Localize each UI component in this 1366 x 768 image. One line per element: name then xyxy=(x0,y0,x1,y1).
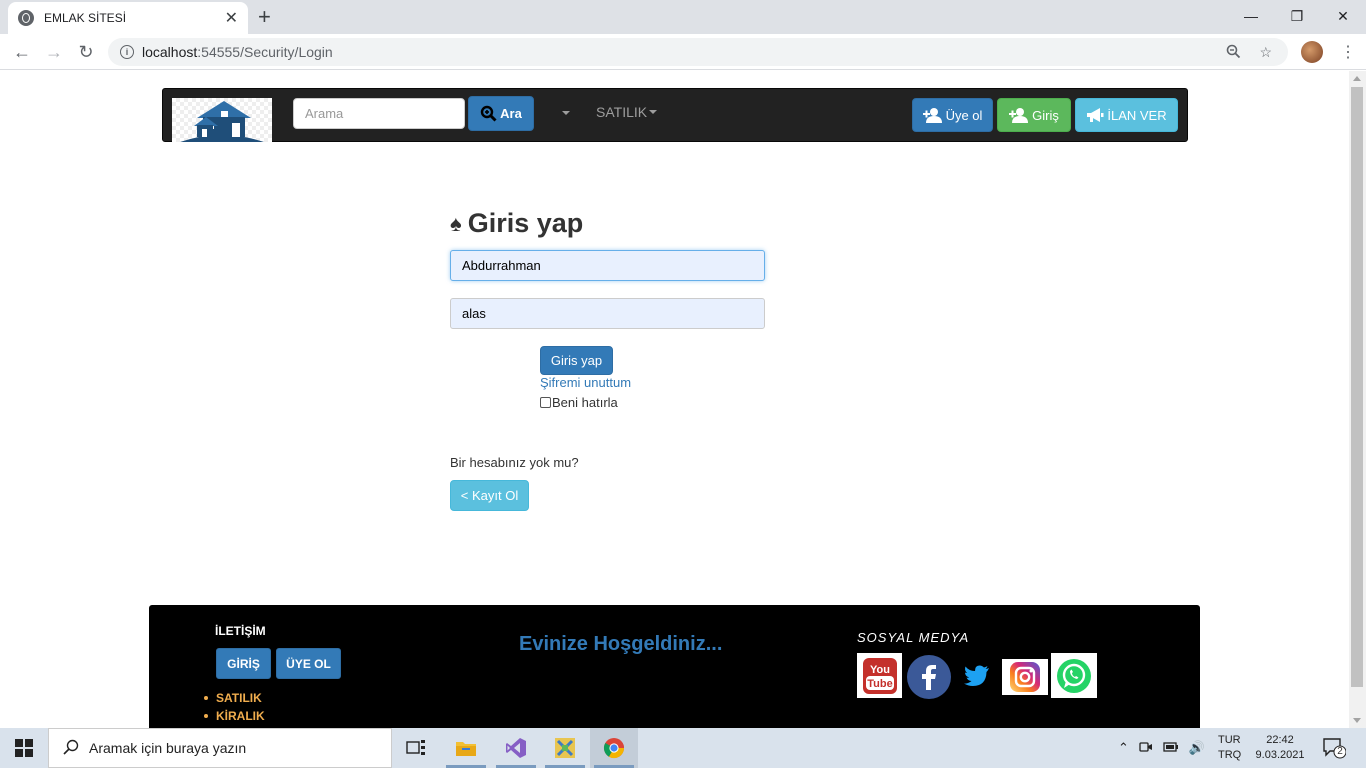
page-viewport: Ara SATILIK Üye ol Giriş İLAN VER ♠ xyxy=(0,71,1349,728)
scroll-thumb[interactable] xyxy=(1351,87,1363,687)
site-footer: İLETİŞİM GİRİŞ ÜYE OL SATILIK KİRALIK Ev… xyxy=(149,605,1200,728)
chrome-icon[interactable] xyxy=(590,728,638,768)
chevron-up-icon[interactable]: ⌃ xyxy=(1118,740,1129,756)
footer-welcome: Evinize Hoşgeldiniz... xyxy=(519,633,723,655)
scroll-up-icon[interactable] xyxy=(1353,76,1361,81)
browser-tab[interactable]: EMLAK SİTESİ ✕ xyxy=(8,2,248,34)
remember-me-checkbox[interactable] xyxy=(540,397,551,408)
browser-toolbar: ← → ↻ i localhost :54555/Security/Login … xyxy=(0,34,1366,70)
house-logo-icon xyxy=(180,101,264,142)
scroll-down-icon[interactable] xyxy=(1353,718,1361,723)
footer-link-satilik[interactable]: SATILIK xyxy=(204,689,265,707)
window-close-icon[interactable]: ✕ xyxy=(1320,0,1366,32)
url-path: :54555/Security/Login xyxy=(197,44,333,60)
login-nav-button[interactable]: Giriş xyxy=(997,98,1071,132)
register-nav-label: Üye ol xyxy=(945,107,983,123)
browser-tabstrip: EMLAK SİTESİ ✕ + — ❐ ✕ xyxy=(0,0,1366,34)
add-user-icon xyxy=(922,107,943,123)
login-heading: ♠ Giris yap xyxy=(450,208,583,239)
new-tab-button[interactable]: + xyxy=(258,4,271,30)
register-nav-button[interactable]: Üye ol xyxy=(912,98,993,132)
zoom-icon[interactable] xyxy=(1226,44,1241,62)
post-listing-label: İLAN VER xyxy=(1107,107,1167,123)
browser-menu-icon[interactable]: ⋮ xyxy=(1340,42,1356,62)
globe-icon xyxy=(18,10,34,26)
system-clock[interactable]: 22:42 9.03.2021 xyxy=(1254,733,1306,763)
svg-text:Tube: Tube xyxy=(867,678,892,690)
task-view-icon[interactable] xyxy=(392,728,440,768)
window-controls: — ❐ ✕ xyxy=(1228,0,1366,32)
footer-login-button[interactable]: GİRİŞ xyxy=(216,648,271,679)
search-button-label: Ara xyxy=(500,106,522,121)
instagram-icon[interactable] xyxy=(1002,659,1048,695)
remember-me[interactable]: Beni hatırla xyxy=(540,395,618,410)
forgot-password-link[interactable]: Şifremi unuttum xyxy=(540,375,631,390)
footer-link-kiralik[interactable]: KİRALIK xyxy=(204,707,265,725)
site-logo[interactable] xyxy=(172,98,272,142)
footer-contact-heading: İLETİŞİM xyxy=(215,624,266,638)
forward-icon[interactable]: → xyxy=(42,40,66,64)
register-button[interactable]: < Kayıt Ol xyxy=(450,480,529,511)
login-nav-label: Giriş xyxy=(1032,107,1059,123)
windows-taskbar: Aramak için buraya yazın ⌃ 🔊 TUR TRQ 22:… xyxy=(0,728,1366,768)
nav-satilik-dropdown[interactable]: SATILIK xyxy=(596,104,658,120)
input-language[interactable]: TUR TRQ xyxy=(1218,733,1241,763)
notification-count: 2 xyxy=(1337,746,1343,757)
profile-avatar[interactable] xyxy=(1301,41,1323,63)
footer-social-heading: SOSYAL MEDYA xyxy=(857,630,970,645)
footer-links: SATILIK KİRALIK xyxy=(204,689,265,725)
system-tray: ⌃ 🔊 xyxy=(1118,728,1205,768)
search-icon xyxy=(480,105,497,122)
site-info-icon[interactable]: i xyxy=(120,45,134,59)
megaphone-icon xyxy=(1086,107,1104,123)
remember-me-label: Beni hatırla xyxy=(552,395,618,410)
taskbar-search[interactable]: Aramak için buraya yazın xyxy=(48,728,392,768)
taskbar-search-text: Aramak için buraya yazın xyxy=(89,740,247,756)
spade-icon: ♠ xyxy=(450,210,462,236)
clock-time: 22:42 xyxy=(1266,734,1294,746)
reload-icon[interactable]: ↻ xyxy=(74,40,98,64)
address-bar[interactable]: i localhost :54555/Security/Login ☆ xyxy=(108,38,1288,66)
visual-studio-icon[interactable] xyxy=(492,728,540,768)
meet-now-icon[interactable] xyxy=(1139,740,1153,757)
footer-register-button[interactable]: ÜYE OL xyxy=(276,648,341,679)
file-explorer-icon[interactable] xyxy=(442,728,490,768)
minimize-icon[interactable]: — xyxy=(1228,0,1274,32)
svg-text:You: You xyxy=(870,664,890,676)
post-listing-button[interactable]: İLAN VER xyxy=(1075,98,1178,132)
caret-down-icon xyxy=(649,110,658,114)
youtube-icon[interactable]: You Tube xyxy=(857,653,902,698)
twitter-icon[interactable] xyxy=(957,653,997,698)
add-user-icon xyxy=(1009,107,1029,123)
site-navbar: Ara SATILIK Üye ol Giriş İLAN VER xyxy=(162,88,1188,142)
app-tools-icon[interactable] xyxy=(541,728,589,768)
dropdown-caret-icon[interactable] xyxy=(562,111,570,115)
search-button[interactable]: Ara xyxy=(468,96,534,131)
lang-primary: TUR xyxy=(1218,734,1241,746)
clock-date: 9.03.2021 xyxy=(1255,749,1305,761)
page-scrollbar[interactable] xyxy=(1349,71,1366,728)
back-icon[interactable]: ← xyxy=(10,40,34,64)
tab-title: EMLAK SİTESİ xyxy=(44,11,127,25)
no-account-text: Bir hesabınız yok mu? xyxy=(450,455,579,470)
search-icon xyxy=(63,739,79,758)
facebook-icon[interactable] xyxy=(905,653,952,700)
volume-icon[interactable]: 🔊 xyxy=(1189,740,1205,756)
search-input[interactable] xyxy=(293,98,465,129)
password-input[interactable] xyxy=(450,298,765,329)
windows-start-icon[interactable] xyxy=(0,728,48,768)
username-input[interactable] xyxy=(450,250,765,281)
login-submit-button[interactable]: Giris yap xyxy=(540,346,613,375)
login-title-text: Giris yap xyxy=(467,208,584,238)
restore-icon[interactable]: ❐ xyxy=(1274,0,1320,32)
notification-center-icon[interactable]: 2 xyxy=(1322,737,1347,759)
url-host: localhost xyxy=(142,44,198,60)
nav-satilik-label: SATILIK xyxy=(596,104,648,120)
whatsapp-icon[interactable] xyxy=(1051,653,1097,698)
battery-icon[interactable] xyxy=(1163,741,1179,756)
lang-secondary: TRQ xyxy=(1218,749,1242,761)
bookmark-star-icon[interactable]: ☆ xyxy=(1259,44,1272,62)
tab-close-button[interactable]: ✕ xyxy=(225,8,238,28)
